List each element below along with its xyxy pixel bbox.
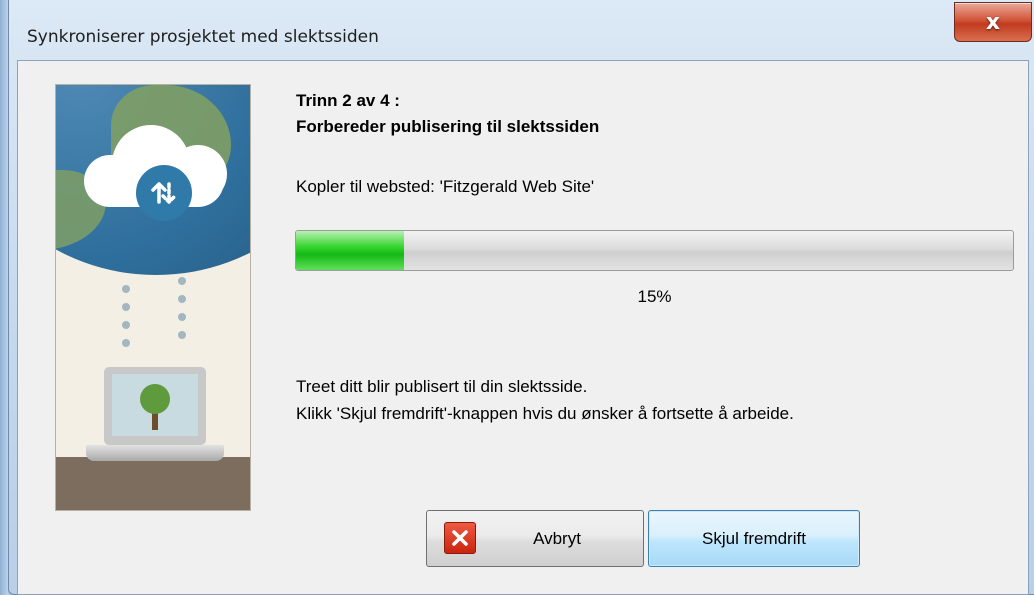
step-title: Trinn 2 av 4 : (296, 91, 400, 110)
download-dots (178, 277, 186, 357)
connection-status: Kopler til websted: 'Fitzgerald Web Site… (296, 177, 595, 196)
sync-arrows-icon (136, 165, 192, 221)
info-text-line-1: Treet ditt blir publisert til din slekts… (296, 377, 588, 396)
background-window-edge (0, 0, 8, 595)
title-bar: Synkroniserer prosjektet med slektssiden… (9, 0, 1034, 60)
sync-dialog: Synkroniserer prosjektet med slektssiden… (8, 0, 1034, 595)
cloud-sync-icon (84, 125, 227, 221)
progress-fill (296, 231, 404, 270)
close-button[interactable]: x (954, 2, 1032, 42)
sync-illustration (55, 84, 251, 511)
progress-percent: 15% (637, 287, 672, 306)
dialog-content: Trinn 2 av 4 : Forbereder publisering ti… (17, 60, 1029, 595)
cancel-button[interactable]: Avbryt (426, 510, 644, 567)
progress-bar (295, 230, 1014, 271)
red-x-icon (444, 522, 476, 554)
step-subtitle: Forbereder publisering til slektssiden (296, 117, 600, 136)
desk-surface (56, 457, 250, 510)
close-icon: x (985, 9, 1001, 35)
hide-progress-button[interactable]: Skjul fremdrift (648, 510, 860, 567)
hide-progress-button-label: Skjul fremdrift (702, 528, 806, 548)
info-text-line-2: Klikk 'Skjul fremdrift'-knappen hvis du … (296, 404, 794, 423)
laptop-tree-icon (104, 367, 206, 445)
window-title: Synkroniserer prosjektet med slektssiden (27, 27, 379, 47)
laptop-base (86, 445, 224, 461)
cancel-button-label: Avbryt (533, 528, 581, 548)
upload-dots (122, 285, 130, 365)
